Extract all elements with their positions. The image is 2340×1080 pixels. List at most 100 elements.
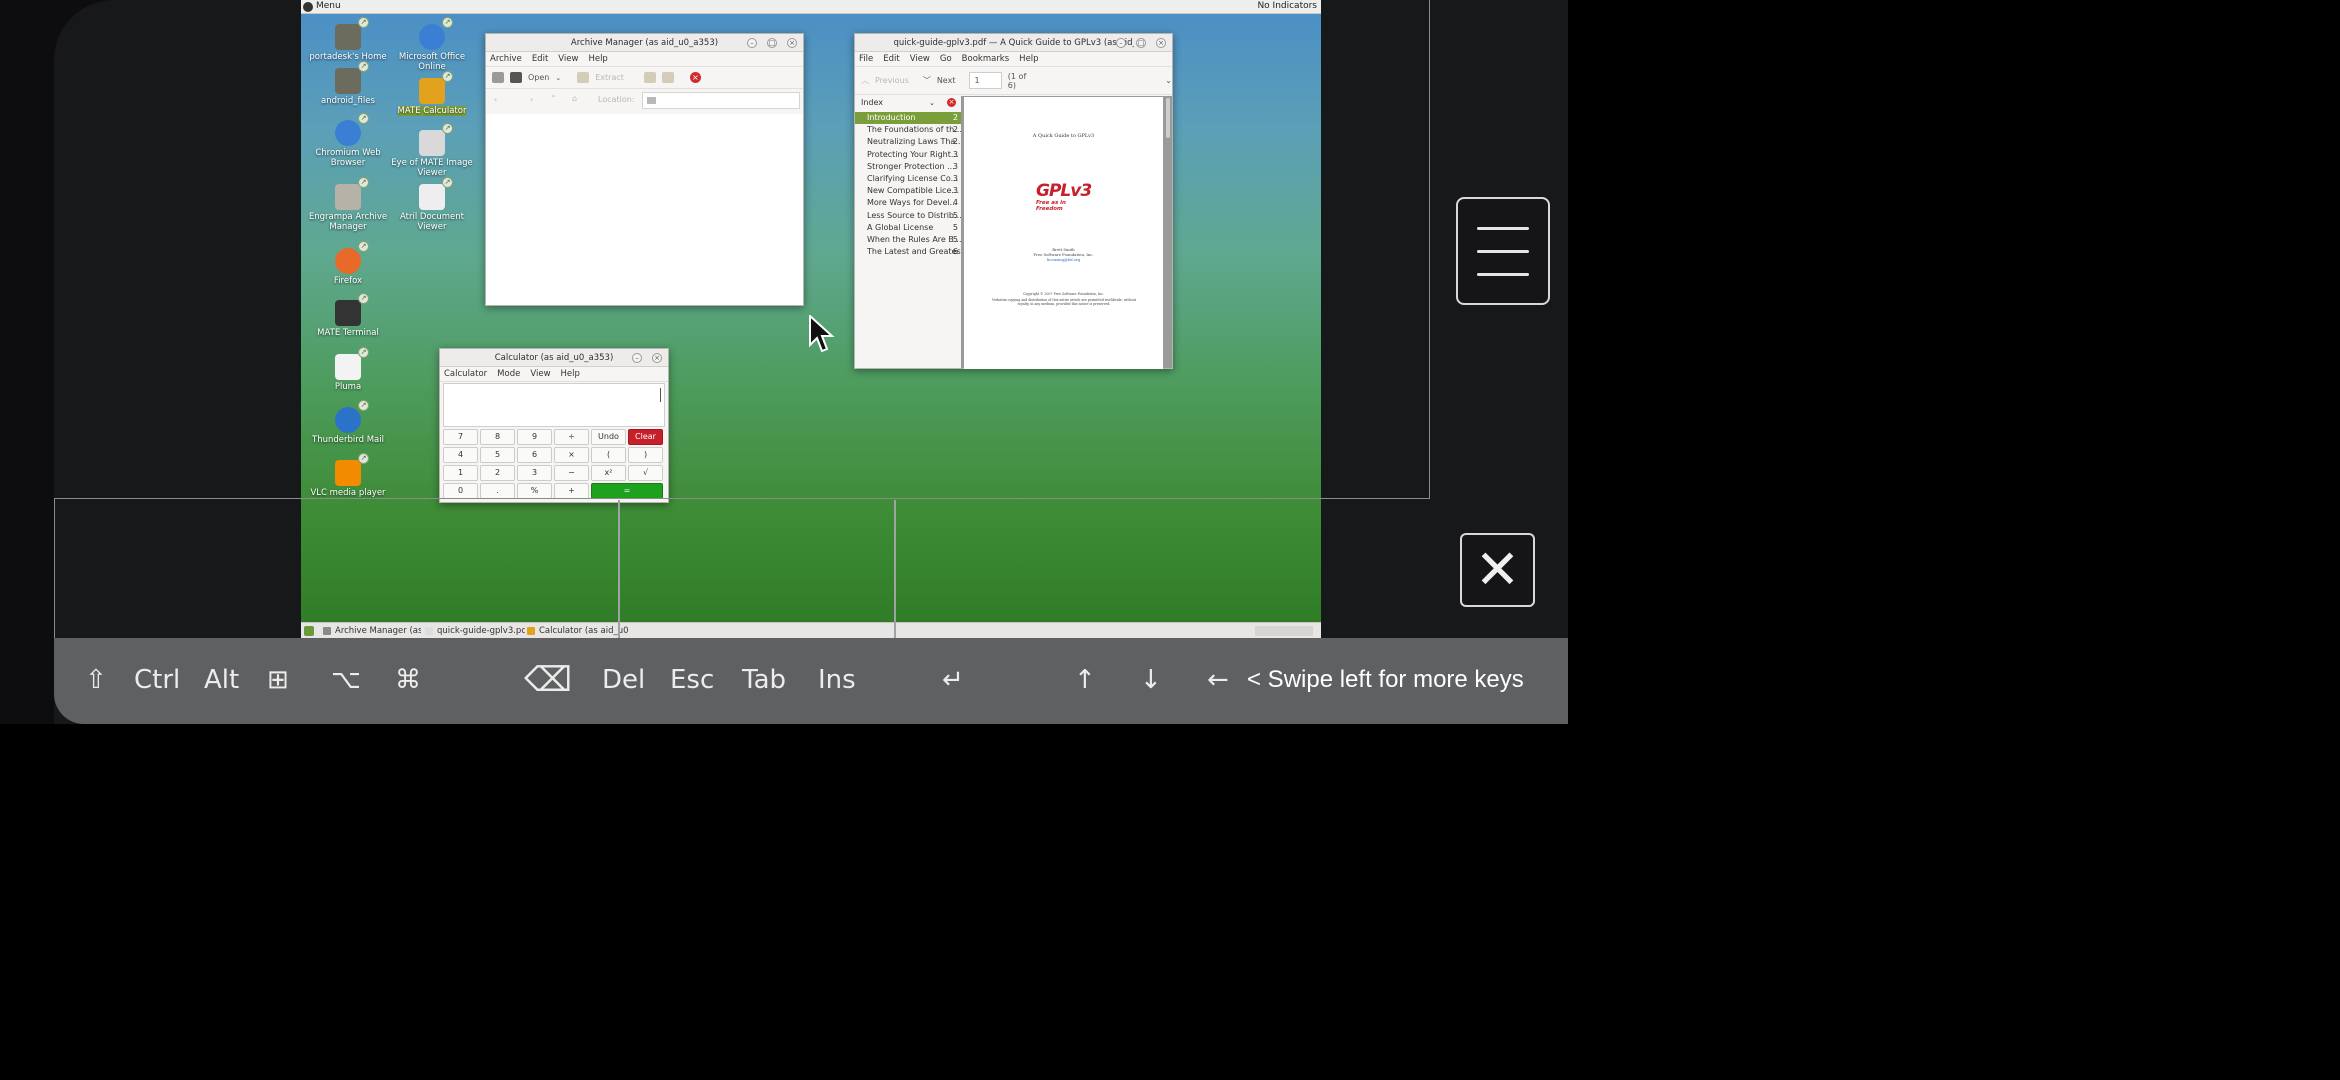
close-sidebar-icon[interactable]: × bbox=[947, 98, 956, 107]
escape-key[interactable]: Esc bbox=[670, 660, 714, 700]
close-icon[interactable]: × bbox=[787, 38, 797, 48]
maximize-icon[interactable]: □ bbox=[767, 38, 777, 48]
delete-key[interactable]: Del bbox=[602, 660, 645, 700]
command-key[interactable]: ⌘ bbox=[395, 660, 421, 700]
next-icon[interactable]: ﹀ bbox=[923, 75, 931, 86]
calc-key[interactable]: 1 bbox=[443, 465, 478, 481]
archive-manager-titlebar[interactable]: Archive Manager (as aid_u0_a353) – □ × bbox=[486, 34, 803, 52]
menu-edit[interactable]: Edit bbox=[532, 54, 548, 64]
calc-key[interactable]: Clear bbox=[628, 429, 663, 445]
calc-key[interactable]: . bbox=[480, 483, 515, 499]
sidebar-mode-select[interactable]: Index bbox=[861, 98, 883, 107]
pdf-scrollbar[interactable] bbox=[1166, 98, 1170, 138]
desktop-icon-portadesk-s-home[interactable]: ↗ portadesk's Home bbox=[305, 17, 391, 62]
close-icon[interactable]: × bbox=[1156, 38, 1166, 48]
option-key[interactable]: ⌥ bbox=[331, 660, 361, 700]
minimize-icon[interactable]: – bbox=[1116, 38, 1126, 48]
calc-key[interactable]: ÷ bbox=[554, 429, 589, 445]
show-desktop-icon[interactable] bbox=[304, 626, 314, 636]
calc-key[interactable]: × bbox=[554, 447, 589, 463]
open-icon[interactable] bbox=[510, 72, 522, 83]
maximize-icon[interactable]: □ bbox=[1136, 38, 1146, 48]
desktop-icon-engrampa-archive-manager[interactable]: ↗ Engrampa Archive Manager bbox=[305, 177, 391, 232]
desktop-icon-thunderbird-mail[interactable]: ↗ Thunderbird Mail bbox=[305, 400, 391, 445]
arrow-left-key[interactable]: ← bbox=[1207, 660, 1229, 700]
calc-key[interactable]: x² bbox=[591, 465, 626, 481]
menu-help[interactable]: Help bbox=[561, 369, 580, 379]
taskbar-pdf-viewer[interactable]: quick-guide-gplv3.pdf... bbox=[423, 624, 525, 638]
index-item[interactable]: When the Rules Are B... 5 bbox=[855, 234, 961, 246]
taskbar-calculator[interactable]: Calculator (as aid_u0... bbox=[525, 624, 629, 638]
index-item[interactable]: Clarifying License Co... 3 bbox=[855, 173, 961, 185]
calculator-display[interactable] bbox=[443, 383, 665, 427]
arrow-up-key[interactable]: ↑ bbox=[1074, 660, 1096, 700]
minimize-icon[interactable]: – bbox=[632, 353, 642, 363]
menu-view[interactable]: View bbox=[558, 54, 578, 64]
menu-icon[interactable] bbox=[303, 2, 313, 12]
calc-key[interactable]: 8 bbox=[480, 429, 515, 445]
page-number-input[interactable]: 1 bbox=[969, 72, 1002, 89]
calculator-titlebar[interactable]: Calculator (as aid_u0_a353) – × bbox=[440, 349, 668, 367]
pdf-page-area[interactable]: A Quick Guide to GPLv3 GPLv3 Free as in … bbox=[961, 96, 1172, 369]
doc-email[interactable]: licensing@fsf.org bbox=[964, 257, 1163, 262]
calc-key[interactable]: ) bbox=[628, 447, 663, 463]
enter-key[interactable]: ↵ bbox=[942, 660, 964, 700]
calc-key[interactable]: Undo bbox=[591, 429, 626, 445]
desktop-icon-mate-calculator[interactable]: ↗ MATE Calculator bbox=[389, 71, 475, 116]
calc-key[interactable]: 3 bbox=[517, 465, 552, 481]
pdf-viewer-window[interactable]: quick-guide-gplv3.pdf — A Quick Guide to… bbox=[854, 33, 1173, 369]
index-item[interactable]: The Latest and Greatest 6 bbox=[855, 246, 961, 258]
chevron-down-icon[interactable]: ⌄ bbox=[1165, 76, 1172, 85]
close-icon[interactable]: × bbox=[652, 353, 662, 363]
calc-key[interactable]: 4 bbox=[443, 447, 478, 463]
desktop-icon-firefox[interactable]: ↗ Firefox bbox=[305, 241, 391, 286]
menu-view[interactable]: View bbox=[530, 369, 550, 379]
location-input[interactable] bbox=[642, 92, 800, 109]
menu-file[interactable]: File bbox=[859, 54, 873, 64]
desktop-icon-eye-of-mate-image-viewer[interactable]: ↗ Eye of MATE Image Viewer bbox=[389, 123, 475, 178]
workspace-switcher[interactable] bbox=[1255, 626, 1313, 636]
index-item[interactable]: Protecting Your Right... 3 bbox=[855, 149, 961, 161]
menu-calculator[interactable]: Calculator bbox=[444, 369, 487, 379]
insert-key[interactable]: Ins bbox=[818, 660, 856, 700]
archive-content[interactable] bbox=[486, 114, 803, 305]
menu-edit[interactable]: Edit bbox=[883, 54, 899, 64]
hamburger-menu-button[interactable] bbox=[1456, 197, 1550, 305]
desktop-icon-microsoft-office-online[interactable]: ↗ Microsoft Office Online bbox=[389, 17, 475, 72]
archive-manager-window[interactable]: Archive Manager (as aid_u0_a353) – □ × A… bbox=[485, 33, 804, 306]
index-item[interactable]: The Foundations of th... 2 bbox=[855, 124, 961, 136]
menu-mode[interactable]: Mode bbox=[497, 369, 520, 379]
menu-button[interactable]: Menu bbox=[316, 1, 341, 11]
chevron-down-icon[interactable]: ⌄ bbox=[555, 74, 561, 82]
menu-bookmarks[interactable]: Bookmarks bbox=[962, 54, 1010, 64]
desktop-icon-chromium-web-browser[interactable]: ↗ Chromium Web Browser bbox=[305, 113, 391, 168]
desktop-icon-atril-document-viewer[interactable]: ↗ Atril Document Viewer bbox=[389, 177, 475, 232]
next-button[interactable]: Next bbox=[937, 76, 956, 85]
chevron-down-icon[interactable]: ⌄ bbox=[929, 96, 935, 110]
menu-go[interactable]: Go bbox=[940, 54, 952, 64]
pdf-viewer-titlebar[interactable]: quick-guide-gplv3.pdf — A Quick Guide to… bbox=[855, 34, 1172, 52]
index-item[interactable]: More Ways for Devel... 4 bbox=[855, 197, 961, 209]
menu-archive[interactable]: Archive bbox=[490, 54, 522, 64]
calc-key[interactable]: = bbox=[591, 483, 663, 499]
windows-key[interactable]: ⊞ bbox=[267, 660, 289, 700]
stop-icon[interactable]: × bbox=[689, 72, 701, 83]
minimize-icon[interactable]: – bbox=[747, 38, 757, 48]
calc-key[interactable]: ( bbox=[591, 447, 626, 463]
calc-key[interactable]: + bbox=[554, 483, 589, 499]
calc-key[interactable]: 0 bbox=[443, 483, 478, 499]
desktop-icon-mate-terminal[interactable]: ↗ MATE Terminal bbox=[305, 293, 391, 338]
desktop-icon-vlc-media-player[interactable]: ↗ VLC media player bbox=[305, 453, 391, 498]
open-button[interactable]: Open bbox=[528, 73, 549, 82]
desktop-icon-android-files[interactable]: ↗ android_files bbox=[305, 61, 391, 106]
calc-key[interactable]: 7 bbox=[443, 429, 478, 445]
shift-key[interactable]: ⇧ bbox=[85, 660, 107, 700]
calculator-window[interactable]: Calculator (as aid_u0_a353) – × Calculat… bbox=[439, 348, 669, 503]
desktop-icon-pluma[interactable]: ↗ Pluma bbox=[305, 347, 391, 392]
indicators[interactable]: No Indicators bbox=[1257, 1, 1317, 11]
calc-key[interactable]: 2 bbox=[480, 465, 515, 481]
index-item[interactable]: Neutralizing Laws Tha... 2 bbox=[855, 136, 961, 148]
calc-key[interactable]: 9 bbox=[517, 429, 552, 445]
menu-help[interactable]: Help bbox=[1019, 54, 1038, 64]
calc-key[interactable]: √ bbox=[628, 465, 663, 481]
